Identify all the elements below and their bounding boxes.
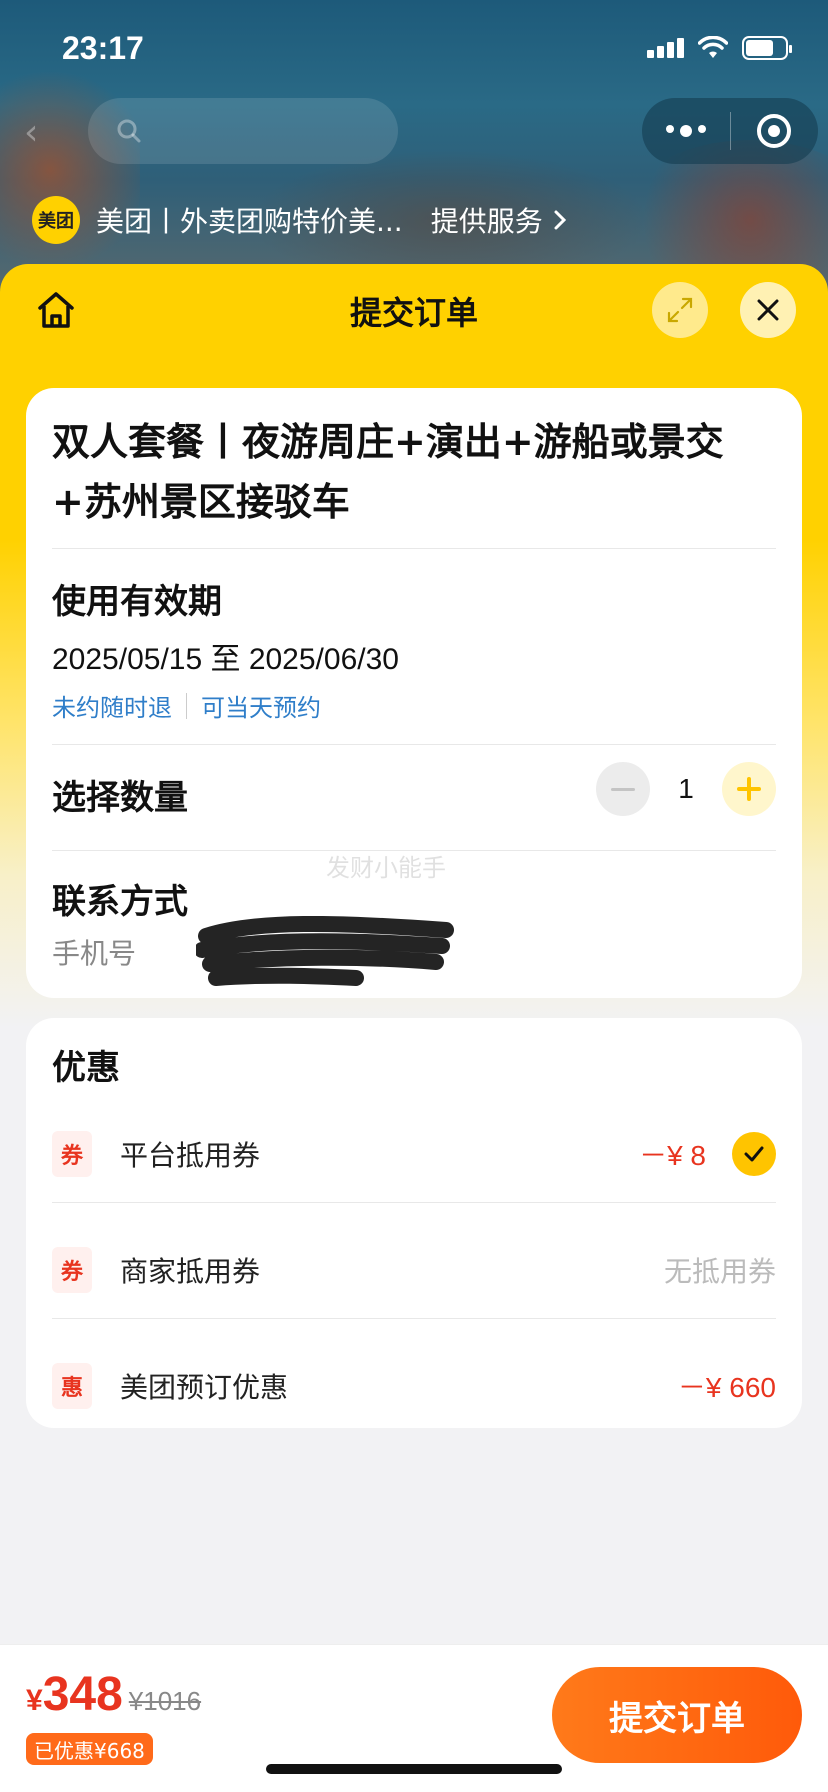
order-info-card: 双人套餐丨夜游周庄+演出+游船或景交+苏州景区接驳车 使用有效期 2025/05… [26,388,802,998]
order-sheet: 提交订单 双人套餐丨夜游周庄+演出+游船或景交+苏州景区接驳车 使用有效期 20… [0,264,828,1792]
provider-row[interactable]: 美团 美团丨外卖团购特价美... 提供服务 [32,196,567,244]
provider-service-link[interactable]: 提供服务 [431,200,567,240]
tag-same-day: 可当天预约 [201,694,321,722]
divider [52,1318,776,1319]
chevron-right-icon [554,210,566,230]
tag-divider [186,692,187,719]
divider [52,1202,776,1203]
watermark: 发财小能手 [326,854,446,882]
expand-button[interactable] [652,282,708,338]
close-icon [757,299,779,321]
price-value: 348 [42,1668,123,1721]
divider [52,548,776,549]
discount-row-merchant[interactable]: 券 商家抵用券 无抵用券 [52,1240,776,1300]
validity-label: 使用有效期 [52,582,222,622]
phone-label: 手机号 [52,937,137,970]
discount-label: 商家抵用券 [120,1255,261,1288]
close-button[interactable] [740,282,796,338]
divider [52,744,776,745]
submit-order-button[interactable]: 提交订单 [552,1667,802,1763]
provider-name: 美团丨外卖团购特价美... [96,205,403,238]
discount-row-platform[interactable]: 券 平台抵用券 －¥ 8 [52,1124,776,1184]
discount-label: 平台抵用券 [120,1139,261,1172]
more-options-button[interactable] [642,125,730,137]
discount-label: 美团预订优惠 [120,1371,289,1404]
quantity-value: 1 [678,773,694,804]
expand-icon [667,297,693,323]
original-price: ¥1016 [128,1686,202,1716]
validity-dates: 2025/05/15 至 2025/06/30 [52,643,399,676]
increase-quantity-button[interactable] [722,762,776,816]
quantity-label: 选择数量 [52,778,188,818]
status-bar: 23:17 [0,0,828,100]
checkmark-icon[interactable] [732,1132,776,1176]
provider-service-label: 提供服务 [430,205,543,238]
promo-badge: 惠 [52,1363,92,1409]
meituan-logo: 美团 [32,196,80,244]
status-icons [647,36,792,60]
validity-tags: 未约随时退 可当天预约 [52,688,321,723]
sheet-header: 提交订单 [0,264,828,354]
discount-value: －¥ 8 [639,1140,706,1171]
contact-label: 联系方式 [52,882,188,922]
price-currency: ¥ [26,1684,43,1717]
discount-value: －¥ 660 [677,1372,776,1403]
signal-icon [647,38,684,58]
mini-program-capsule [642,98,818,164]
wifi-icon [698,36,728,58]
battery-icon [742,36,792,60]
decrease-quantity-button[interactable] [596,762,650,816]
discount-value: 无抵用券 [663,1256,776,1287]
redaction-scribble [196,916,454,986]
product-title: 双人套餐丨夜游周庄+演出+游船或景交+苏州景区接驳车 [52,420,724,524]
tag-refund: 未约随时退 [52,694,172,722]
coupon-badge: 券 [52,1247,92,1293]
saved-badge: 已优惠¥668 [26,1733,153,1765]
discounts-card: 优惠 券 平台抵用券 －¥ 8 券 商家抵用券 无抵用券 惠 美团预订优惠 －¥… [26,1018,802,1428]
discount-row-booking: 惠 美团预订优惠 －¥ 660 [52,1356,776,1416]
quantity-stepper: 1 [596,762,776,816]
target-icon [757,114,792,148]
home-indicator [266,1764,562,1774]
search-icon [117,119,141,143]
price-block: ¥ 348 ¥1016 [26,1667,201,1722]
coupon-badge: 券 [52,1131,92,1177]
back-arrow-icon[interactable]: ‹ [24,112,38,153]
close-mini-program-button[interactable] [731,114,819,148]
discounts-title: 优惠 [52,1048,120,1088]
search-pill[interactable] [88,98,398,164]
status-time: 23:17 [62,30,144,66]
